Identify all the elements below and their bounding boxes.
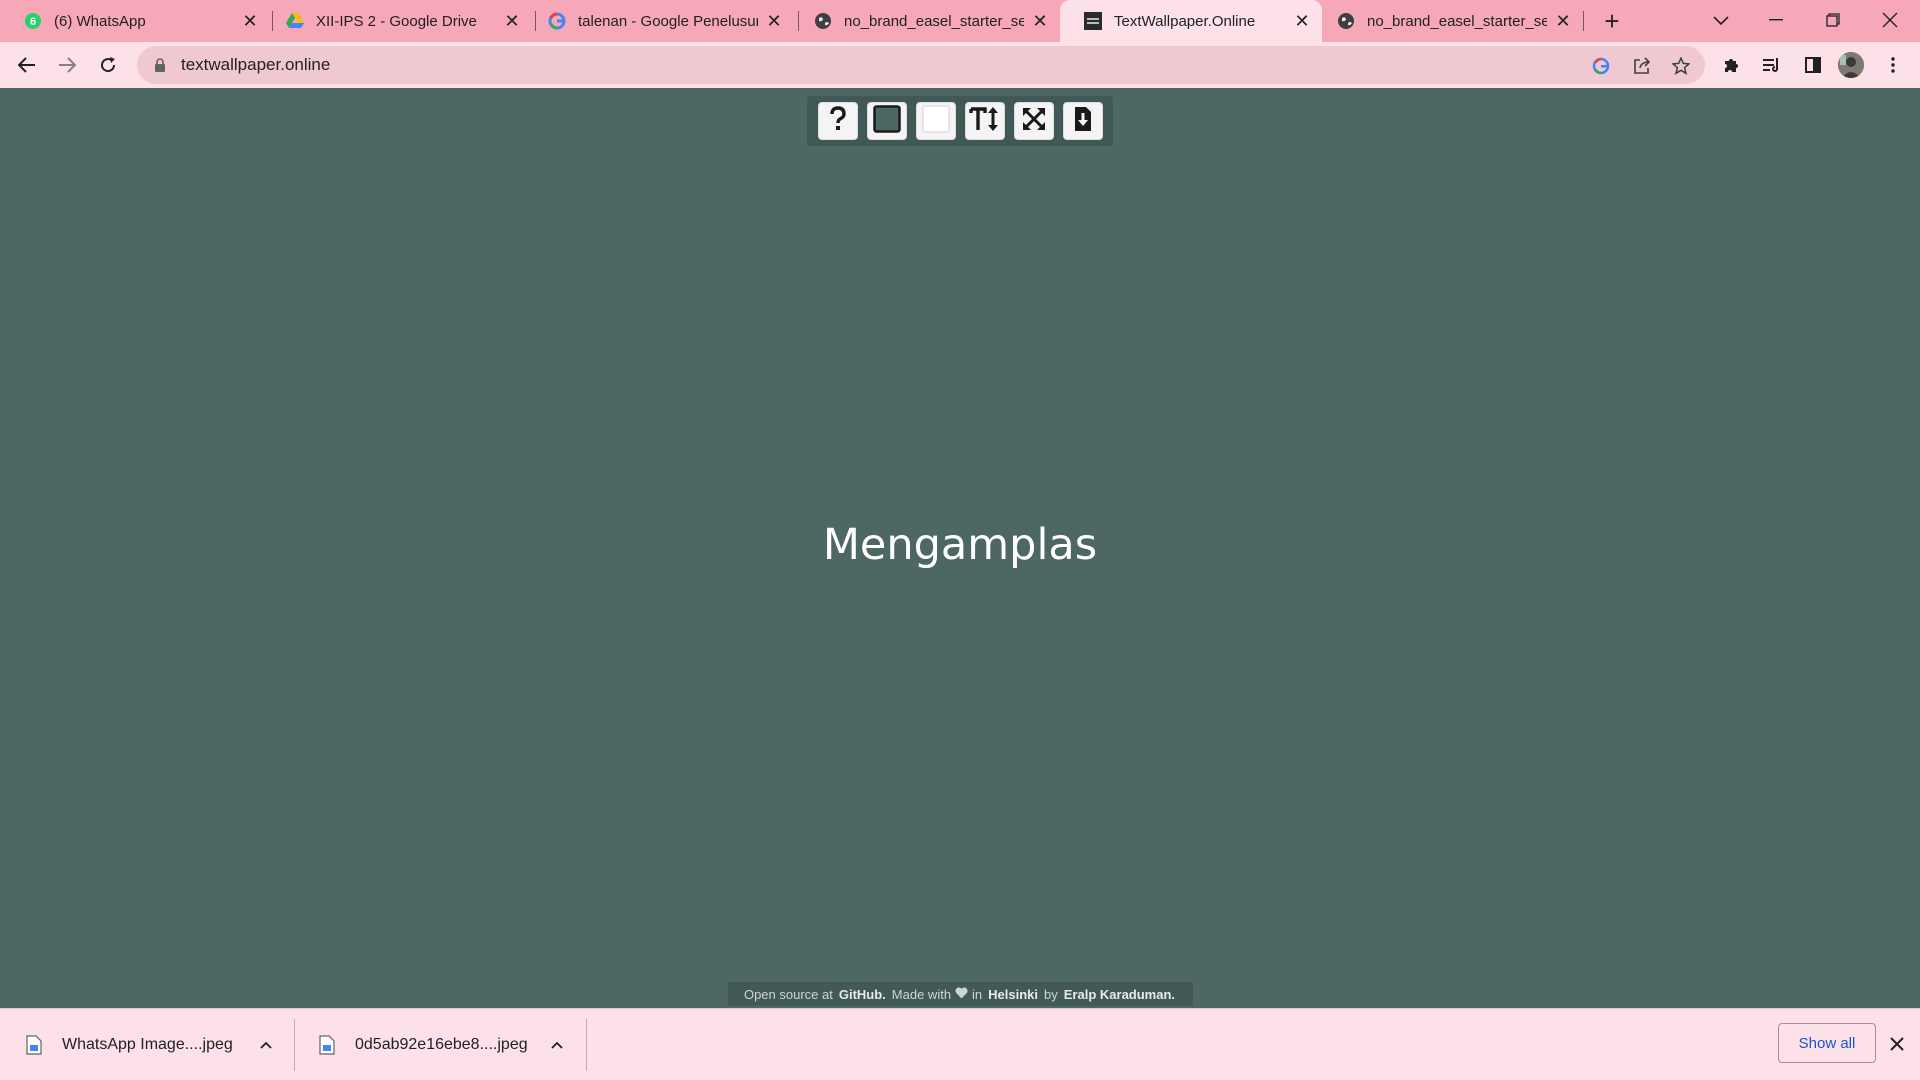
address-bar[interactable]: textwallpaper.online — [137, 46, 1705, 84]
globe-icon — [814, 12, 832, 30]
font-size-button[interactable] — [964, 102, 1005, 140]
bookmark-star-icon[interactable] — [1668, 53, 1694, 79]
tab-close-icon[interactable]: ✕ — [1553, 11, 1573, 31]
text-color-swatch — [922, 105, 950, 138]
download-icon — [1073, 106, 1093, 137]
helsinki-link[interactable]: Helsinki — [988, 987, 1038, 1002]
text-color-button[interactable] — [915, 102, 956, 140]
tab-close-icon[interactable]: ✕ — [502, 11, 522, 31]
background-color-swatch — [872, 104, 901, 138]
credits-footer: Open source at GitHub. Made with in Hels… — [728, 982, 1193, 1006]
credits-by: by — [1044, 986, 1058, 1002]
browser-toolbar: textwallpaper.online — [0, 42, 1920, 88]
tab-easel-2[interactable]: no_brand_easel_starter_set_ ✕ — [1313, 0, 1583, 42]
google-drive-icon — [286, 12, 304, 30]
close-shelf-icon[interactable] — [1884, 1031, 1910, 1057]
tab-close-icon[interactable]: ✕ — [1030, 11, 1050, 31]
github-link[interactable]: GitHub. — [839, 987, 886, 1002]
tab-close-icon[interactable]: ✕ — [1292, 11, 1312, 31]
google-icon — [548, 12, 566, 30]
tab-title: talenan - Google Penelusuran — [578, 12, 758, 30]
share-icon[interactable] — [1629, 53, 1655, 79]
tab-easel-1[interactable]: no_brand_easel_starter_set_ ✕ — [790, 0, 1060, 42]
download-filename: 0d5ab92e16ebe8....jpeg — [355, 1036, 528, 1053]
chevron-up-icon[interactable] — [545, 1033, 569, 1057]
fullscreen-button[interactable] — [1013, 102, 1054, 140]
download-item[interactable]: WhatsApp Image....jpeg — [0, 1009, 292, 1080]
tab-close-icon[interactable]: ✕ — [764, 11, 784, 31]
download-divider — [586, 1019, 587, 1071]
restore-icon[interactable] — [1805, 0, 1861, 40]
minimize-icon[interactable] — [1748, 0, 1804, 40]
credits-made-with: Made with — [891, 986, 952, 1002]
tab-title: no_brand_easel_starter_set_ — [1367, 12, 1547, 30]
extensions-puzzle-icon[interactable] — [1716, 49, 1748, 81]
back-icon[interactable] — [11, 49, 43, 81]
author-link[interactable]: Eralp Karaduman. — [1064, 987, 1175, 1002]
new-tab-button[interactable]: + — [1597, 6, 1627, 36]
wallpaper-canvas[interactable]: Mengamplas Open source at GitHub. Made w… — [0, 88, 1920, 1008]
tab-search-chevron-icon[interactable] — [1706, 6, 1736, 36]
background-color-button[interactable] — [866, 102, 907, 140]
close-window-icon[interactable] — [1862, 0, 1918, 40]
google-lens-icon[interactable] — [1588, 53, 1614, 79]
tab-google-drive[interactable]: XII-IPS 2 - Google Drive ✕ — [262, 0, 532, 42]
help-icon — [828, 105, 848, 137]
fullscreen-icon — [1022, 107, 1046, 136]
help-button[interactable] — [817, 102, 858, 140]
credits-prefix: Open source at — [743, 986, 833, 1002]
download-button[interactable] — [1062, 102, 1103, 140]
heart-icon — [955, 987, 968, 1002]
tab-google-search[interactable]: talenan - Google Penelusuran ✕ — [524, 0, 794, 42]
download-filename: WhatsApp Image....jpeg — [62, 1036, 233, 1053]
download-shelf: WhatsApp Image....jpeg 0d5ab92e16ebe8...… — [0, 1008, 1920, 1080]
tab-title: TextWallpaper.Online — [1114, 12, 1256, 30]
tab-whatsapp[interactable]: 6 (6) WhatsApp ✕ — [0, 0, 270, 42]
side-panel-icon[interactable] — [1797, 49, 1829, 81]
lock-icon[interactable] — [151, 56, 169, 74]
textwallpaper-icon — [1084, 12, 1102, 30]
media-control-icon[interactable] — [1756, 49, 1788, 81]
forward-icon[interactable] — [51, 49, 83, 81]
profile-avatar[interactable] — [1838, 52, 1864, 78]
tab-title: XII-IPS 2 - Google Drive — [316, 12, 477, 30]
wallpaper-text[interactable]: Mengamplas — [0, 520, 1920, 570]
globe-icon — [1337, 12, 1355, 30]
chevron-up-icon[interactable] — [254, 1033, 278, 1057]
download-item[interactable]: 0d5ab92e16ebe8....jpeg — [295, 1009, 585, 1080]
tab-close-icon[interactable]: ✕ — [240, 11, 260, 31]
credits-in: in — [972, 986, 983, 1002]
reload-icon[interactable] — [92, 49, 124, 81]
tab-textwallpaper[interactable]: TextWallpaper.Online ✕ — [1060, 0, 1322, 42]
image-file-icon — [317, 1034, 337, 1056]
wallpaper-toolbar — [807, 96, 1113, 146]
font-size-icon — [968, 106, 1001, 137]
tab-divider — [1583, 11, 1584, 31]
show-all-button[interactable]: Show all — [1778, 1023, 1876, 1063]
tab-title: (6) WhatsApp — [54, 12, 146, 30]
tab-strip: 6 (6) WhatsApp ✕ XII-IPS 2 - Google Driv… — [0, 0, 1920, 42]
image-file-icon — [24, 1034, 44, 1056]
svg-text:6: 6 — [30, 16, 36, 28]
url-text[interactable]: textwallpaper.online — [181, 55, 330, 75]
whatsapp-icon: 6 — [24, 12, 42, 30]
tab-title: no_brand_easel_starter_set_ — [844, 12, 1024, 30]
more-menu-icon[interactable] — [1877, 49, 1909, 81]
